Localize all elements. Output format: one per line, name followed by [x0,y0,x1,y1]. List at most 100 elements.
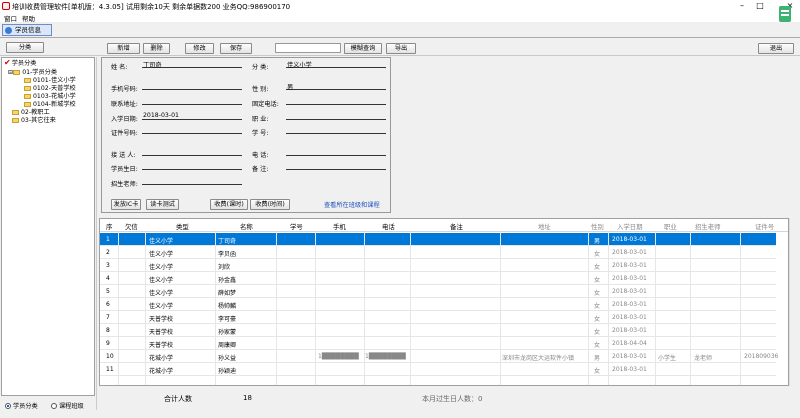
table-row[interactable]: 2 佳义小学 李贝函 女 2018-03-01 [100,246,776,259]
export-button[interactable]: 导出 [386,43,416,54]
address-field[interactable] [142,97,242,105]
name-label: 姓 名: [111,64,128,71]
table-row[interactable]: 3 佳义小学 刘欣 女 2018-03-01 [100,259,776,272]
landline-label: 固定电话: [252,101,279,108]
col-address[interactable]: 地址 [538,222,551,231]
remark-field[interactable] [286,162,386,170]
table-row[interactable]: 6 佳义小学 杨帅麟 女 2018-03-01 [100,298,776,311]
student-table: 序 欠信 类型 名称 学号 手机 电话 备注 地址 性别 入学日期 职业 招生老… [99,218,789,386]
enroll-date-field[interactable]: 2018-03-01 [142,112,242,120]
table-row[interactable]: 4 佳义小学 孙金鑫 女 2018-03-01 [100,272,776,285]
minimize-icon[interactable]: – [734,0,750,12]
col-type[interactable]: 类型 [176,222,189,231]
col-owe[interactable]: 欠信 [125,222,138,231]
table-row[interactable]: 5 佳义小学 薛如梦 女 2018-03-01 [100,285,776,298]
table-row[interactable]: 9 天普学校 周康卿 女 2018-04-04 [100,337,776,350]
job-field[interactable] [286,112,386,120]
cell-name: 杨帅麟 [218,303,237,310]
cell-no: 3 [106,262,110,269]
col-student-no[interactable]: 学号 [290,222,303,231]
cell-phone: 1████████ [318,353,359,360]
radio-by-course[interactable]: 课程班级 [51,401,84,410]
cell-date: 2018-03-01 [612,301,647,308]
cell-type: 佳义小学 [149,264,174,271]
radio-by-category[interactable]: 学员分类 [5,401,38,410]
col-enroll-date[interactable]: 入学日期 [617,222,643,231]
cell-gender: 男 [594,355,601,362]
col-gender[interactable]: 性别 [591,222,604,231]
charge-time-button[interactable]: 收费(时间) [250,199,290,210]
exit-button[interactable]: 退出 [758,43,794,54]
maximize-icon[interactable]: □ [752,0,768,12]
checkmark-icon: ✔ [4,58,11,67]
menu-bar: 窗口 帮助 [0,12,800,23]
read-card-button[interactable]: 读卡测试 [146,199,179,210]
cell-name: 孙义益 [218,355,237,362]
cell-date: 2018-03-01 [612,262,647,269]
edit-button[interactable]: 修改 [185,43,214,54]
tel-field[interactable] [286,148,386,156]
save-button[interactable]: 保存 [220,43,252,54]
cell-type: 佳义小学 [149,303,174,310]
tree-root[interactable]: ✔学员分类 [4,58,36,67]
cell-date: 2018-03-01 [612,327,647,334]
cell-date: 2018-03-01 [612,236,647,243]
cell-no: 2 [106,249,110,256]
tree-node-label: 03-其它往来 [21,117,56,124]
add-button[interactable]: 新增 [107,43,140,54]
tab-student-info[interactable]: 学员信息 [2,24,52,36]
cell-gender: 女 [594,264,601,271]
search-input[interactable] [275,43,341,53]
col-remark[interactable]: 备注 [450,222,463,231]
table-row[interactable]: 11 花城小学 孙颖迪 女 2018-03-01 [100,363,776,376]
birthday-field[interactable] [142,162,242,170]
total-value: 18 [243,394,252,402]
id-number-field[interactable] [142,126,242,134]
radio-label: 学员分类 [13,403,38,410]
category-field[interactable]: 佳义小学 [286,60,386,69]
table-scrollbar[interactable] [789,218,799,386]
teacher-field[interactable] [142,177,242,185]
cell-name: 丁司奇 [218,238,237,245]
cell-type: 天普学校 [149,329,174,336]
col-no[interactable]: 序 [106,222,112,231]
gender-field[interactable]: 男 [286,82,386,91]
view-courses-link[interactable]: 查看所在班级和课程 [324,200,380,209]
landline-field[interactable] [286,97,386,105]
cell-gender: 女 [594,368,601,375]
col-teacher[interactable]: 招生老师 [695,222,721,231]
cell-gender: 女 [594,251,601,258]
student-no-field[interactable] [286,126,386,134]
cell-name: 孙金鑫 [218,277,237,284]
col-name[interactable]: 名称 [240,222,253,231]
folder-icon [12,109,19,115]
cell-gender: 男 [594,238,601,245]
table-row[interactable]: 7 天普学校 李可豪 女 2018-03-01 [100,311,776,324]
enroll-date-label: 入学日期: [111,116,138,123]
cell-name: 周康卿 [218,342,237,349]
gender-label: 性 别: [252,86,269,93]
table-row[interactable]: 10 花城小学 孙义益 1████████ 1████████ 深圳市龙岗区大运软件小镇 男… [100,350,778,363]
charge-class-button[interactable]: 收费(课时) [210,199,248,210]
tel-label: 电 话: [252,152,269,159]
table-row[interactable]: 1 佳义小学 丁司奇 男 2018-03-01 [100,233,776,246]
fuzzy-search-button[interactable]: 模糊查询 [344,43,382,54]
issue-card-button[interactable]: 发放IC卡 [111,199,141,210]
delete-button[interactable]: 删除 [143,43,170,54]
tree-node-03[interactable]: 03-其它往来 [12,115,56,124]
folder-icon [13,69,21,75]
cell-no: 10 [106,353,114,360]
col-id-number[interactable]: 证件号 [755,222,774,231]
tab-icon [5,27,12,34]
name-field[interactable]: 丁司奇 [142,60,242,69]
category-tree: ✔学员分类 ⊟ 01-学员分类 0101-佳义小学 0102-天普学校 0103-… [1,57,95,396]
pickup-field[interactable] [142,148,242,156]
birthday-count: 本月过生日人数：0 [422,395,483,403]
col-phone[interactable]: 手机 [333,222,346,231]
category-button[interactable]: 分类 [6,42,44,53]
col-tel[interactable]: 电话 [382,222,395,231]
table-row[interactable]: 8 天普学校 孙家蒙 女 2018-03-01 [100,324,776,337]
col-job[interactable]: 职业 [664,222,677,231]
tab-strip [0,22,800,38]
phone-field[interactable] [142,82,242,90]
